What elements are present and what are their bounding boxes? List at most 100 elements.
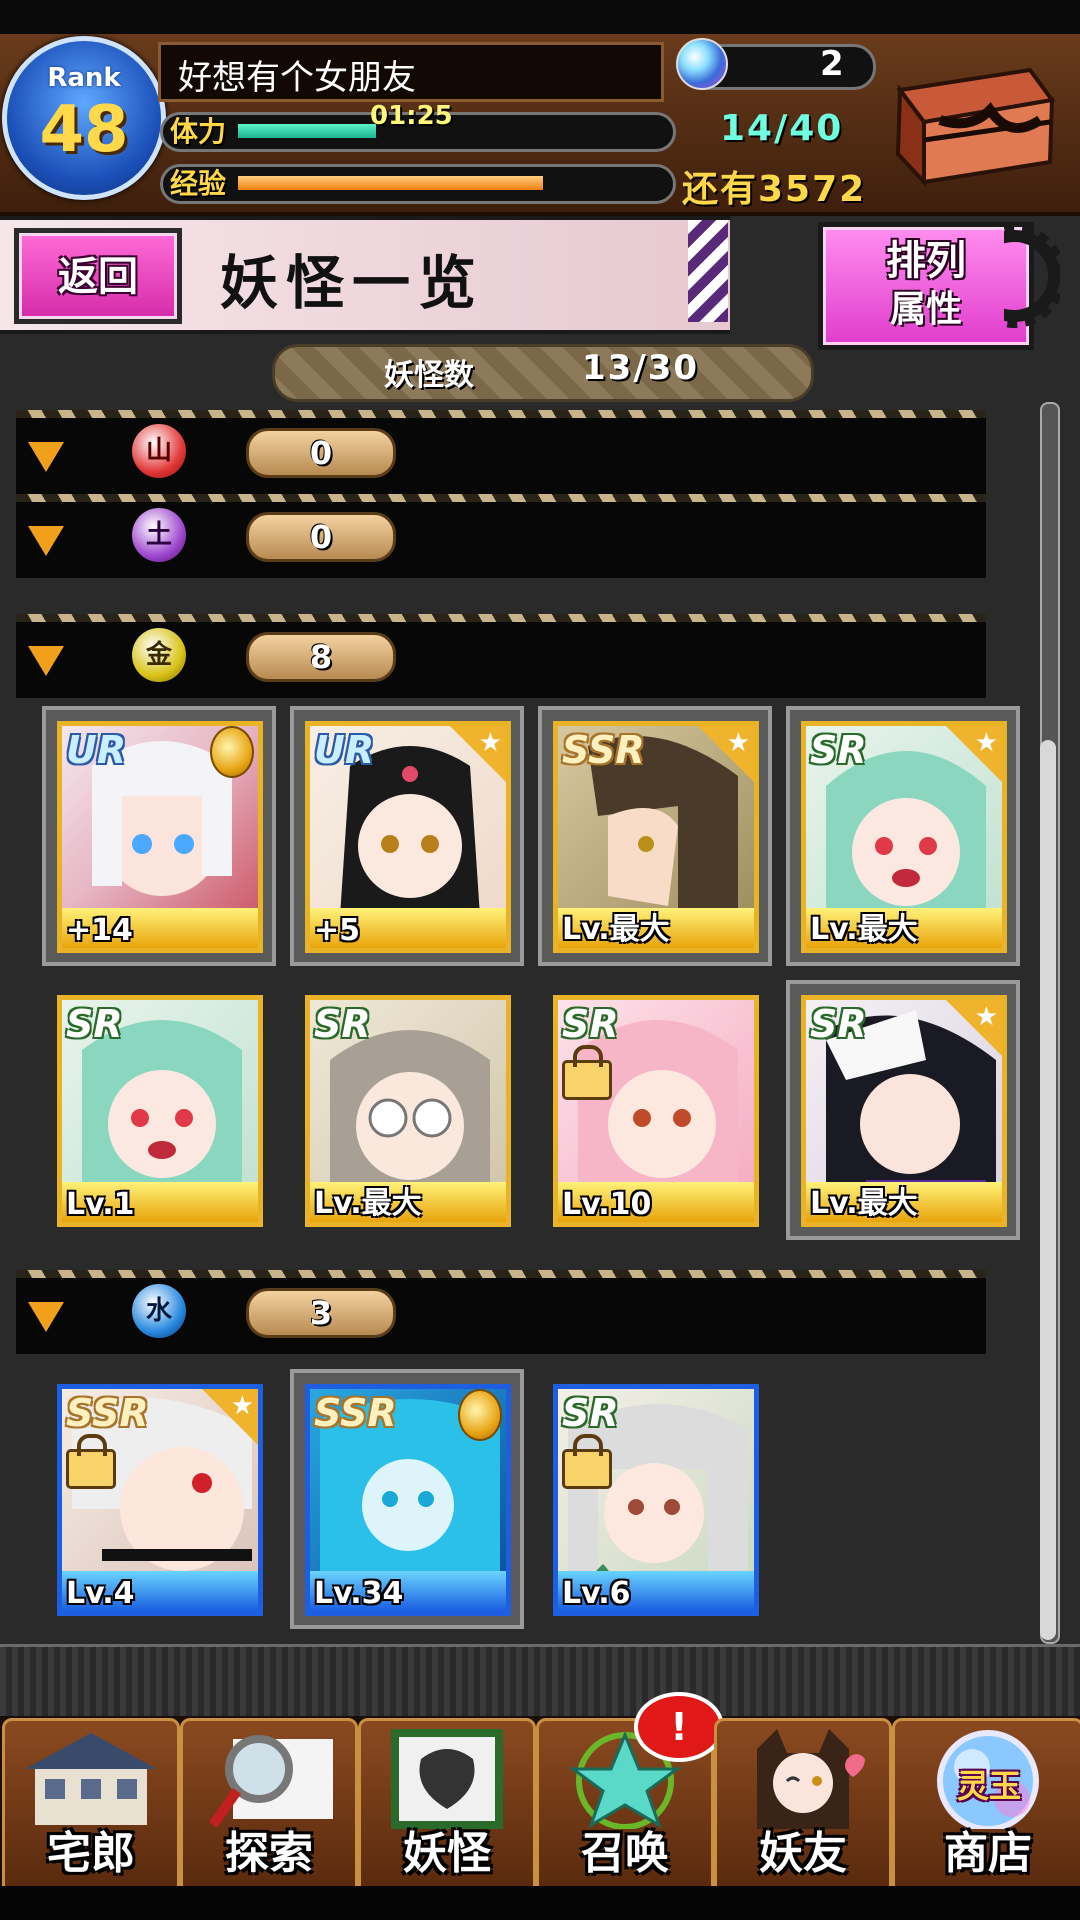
- card-level: Lv.4: [66, 1576, 135, 1611]
- friend-avatar-icon: [757, 1729, 865, 1829]
- rarity-label: SR: [810, 1002, 867, 1046]
- system-status-bar: [0, 0, 1080, 34]
- lock-icon: [562, 1045, 612, 1100]
- stamina-timer: 01:25: [370, 101, 453, 131]
- yokai-card[interactable]: SSR Lv.34: [305, 1384, 511, 1616]
- rarity-label: UR: [66, 728, 127, 772]
- yokai-card[interactable]: SR Lv.6: [553, 1384, 759, 1616]
- system-nav-bar: [0, 1886, 1080, 1920]
- yokai-card[interactable]: UR ★ +5: [305, 721, 511, 953]
- nav-decorative-strip: [0, 1644, 1080, 1719]
- scrollbar-thumb[interactable]: [1040, 740, 1056, 1640]
- star-icon: ★: [974, 1002, 998, 1032]
- yokai-card[interactable]: SSR ★ Lv.4: [57, 1384, 263, 1616]
- group-count: 3: [246, 1288, 396, 1338]
- sort-value: 属性: [889, 289, 962, 330]
- rarity-label: SR: [562, 1391, 619, 1435]
- card-level: Lv.最大: [314, 1186, 422, 1221]
- card-level: Lv.最大: [810, 912, 918, 947]
- yokai-count-label: 妖怪数: [384, 358, 474, 393]
- group-count: 0: [246, 428, 396, 478]
- yokai-card[interactable]: SR Lv.10: [553, 995, 759, 1227]
- card-level: Lv.34: [314, 1576, 404, 1611]
- nav-label: 探索: [225, 1828, 313, 1879]
- yokai-card[interactable]: SR ★ Lv.最大: [801, 995, 1007, 1227]
- rarity-label: SSR: [66, 1391, 149, 1435]
- yokai-card[interactable]: SSR ★ Lv.最大: [553, 721, 759, 953]
- card-level: Lv.1: [66, 1187, 135, 1222]
- group-header-earth[interactable]: 金 8: [16, 614, 986, 698]
- rarity-label: SSR: [562, 728, 645, 772]
- card-level: Lv.6: [562, 1576, 631, 1611]
- nav-explore[interactable]: 探索: [180, 1718, 358, 1890]
- stamina-count: 14/40: [720, 108, 844, 149]
- orb-label: 灵玉: [956, 1767, 1021, 1805]
- rarity-label: UR: [314, 728, 375, 772]
- card-level: +14: [66, 913, 133, 948]
- yokai-count-value: 13/30: [582, 348, 700, 388]
- expand-arrow-icon: [28, 1302, 64, 1332]
- nav-label: 商店: [944, 1828, 1032, 1879]
- dark-element-icon: 土: [132, 508, 186, 562]
- nav-label: 召唤: [581, 1828, 669, 1879]
- yokai-card[interactable]: SR ★ Lv.最大: [801, 721, 1007, 953]
- nav-label: 宅郎: [47, 1828, 135, 1879]
- house-icon: [25, 1733, 157, 1825]
- sort-button-label: 排列: [886, 238, 966, 284]
- exp-label: 经验: [170, 167, 227, 200]
- rarity-label: SR: [314, 1002, 371, 1046]
- rarity-label: SR: [66, 1002, 123, 1046]
- nav-home[interactable]: 宅郎: [2, 1718, 180, 1890]
- card-level: Lv.10: [562, 1187, 652, 1222]
- gear-icon: [1004, 224, 1060, 328]
- scroll-icon: [391, 1729, 503, 1829]
- yokai-count-bar: [272, 344, 814, 402]
- group-header-water[interactable]: 水 3: [16, 1270, 986, 1354]
- gem-count: 2: [820, 44, 844, 84]
- earth-element-icon: 金: [132, 628, 186, 682]
- nav-friends[interactable]: 妖友: [714, 1718, 892, 1890]
- yokai-card[interactable]: UR +14: [57, 721, 263, 953]
- card-level: Lv.最大: [562, 912, 670, 947]
- treasure-chest-icon[interactable]: [880, 50, 1056, 190]
- star-icon: ★: [974, 728, 998, 758]
- nav-yokai[interactable]: 妖怪: [358, 1718, 536, 1890]
- crystal-orb-icon: [676, 38, 728, 90]
- group-header-dark[interactable]: 土 0: [16, 494, 986, 578]
- star-icon: ★: [726, 728, 750, 758]
- star-icon: ★: [230, 1391, 254, 1421]
- rank-badge[interactable]: Rank 48: [2, 36, 166, 200]
- rarity-label: SR: [810, 728, 867, 772]
- nav-shop[interactable]: 灵玉 商店: [892, 1718, 1080, 1890]
- back-button-label: 返回: [58, 254, 138, 300]
- rarity-label: SR: [562, 1002, 619, 1046]
- rarity-label: SSR: [314, 1391, 397, 1435]
- notification-badge: !: [634, 1692, 724, 1762]
- magnifier-map-icon: [208, 1735, 333, 1828]
- player-name: 好想有个女朋友: [178, 58, 416, 98]
- stamina-fill: [238, 124, 376, 138]
- nav-label: 妖怪: [403, 1828, 491, 1879]
- card-level: +5: [314, 913, 361, 948]
- stamina-label: 体力: [170, 115, 227, 148]
- expand-arrow-icon: [28, 442, 64, 472]
- expand-arrow-icon: [28, 646, 64, 676]
- yokai-card[interactable]: SR Lv.1: [57, 995, 263, 1227]
- group-header-fire[interactable]: 山 0: [16, 410, 986, 494]
- group-count: 8: [246, 632, 396, 682]
- lock-icon: [66, 1434, 116, 1489]
- nav-label: 妖友: [759, 1828, 847, 1879]
- page-title: 妖怪一览: [220, 249, 485, 317]
- group-count: 0: [246, 512, 396, 562]
- medal-icon: [210, 726, 254, 778]
- rank-label: Rank: [47, 63, 121, 93]
- banner-ribbon: [688, 220, 728, 322]
- fire-element-icon: 山: [132, 424, 186, 478]
- card-level: Lv.最大: [810, 1186, 918, 1221]
- lock-icon: [562, 1434, 612, 1489]
- expand-arrow-icon: [28, 526, 64, 556]
- rank-value: 48: [39, 93, 129, 167]
- yokai-card[interactable]: SR Lv.最大: [305, 995, 511, 1227]
- exp-fill: [238, 176, 543, 190]
- exp-remaining: 还有3572: [682, 169, 867, 210]
